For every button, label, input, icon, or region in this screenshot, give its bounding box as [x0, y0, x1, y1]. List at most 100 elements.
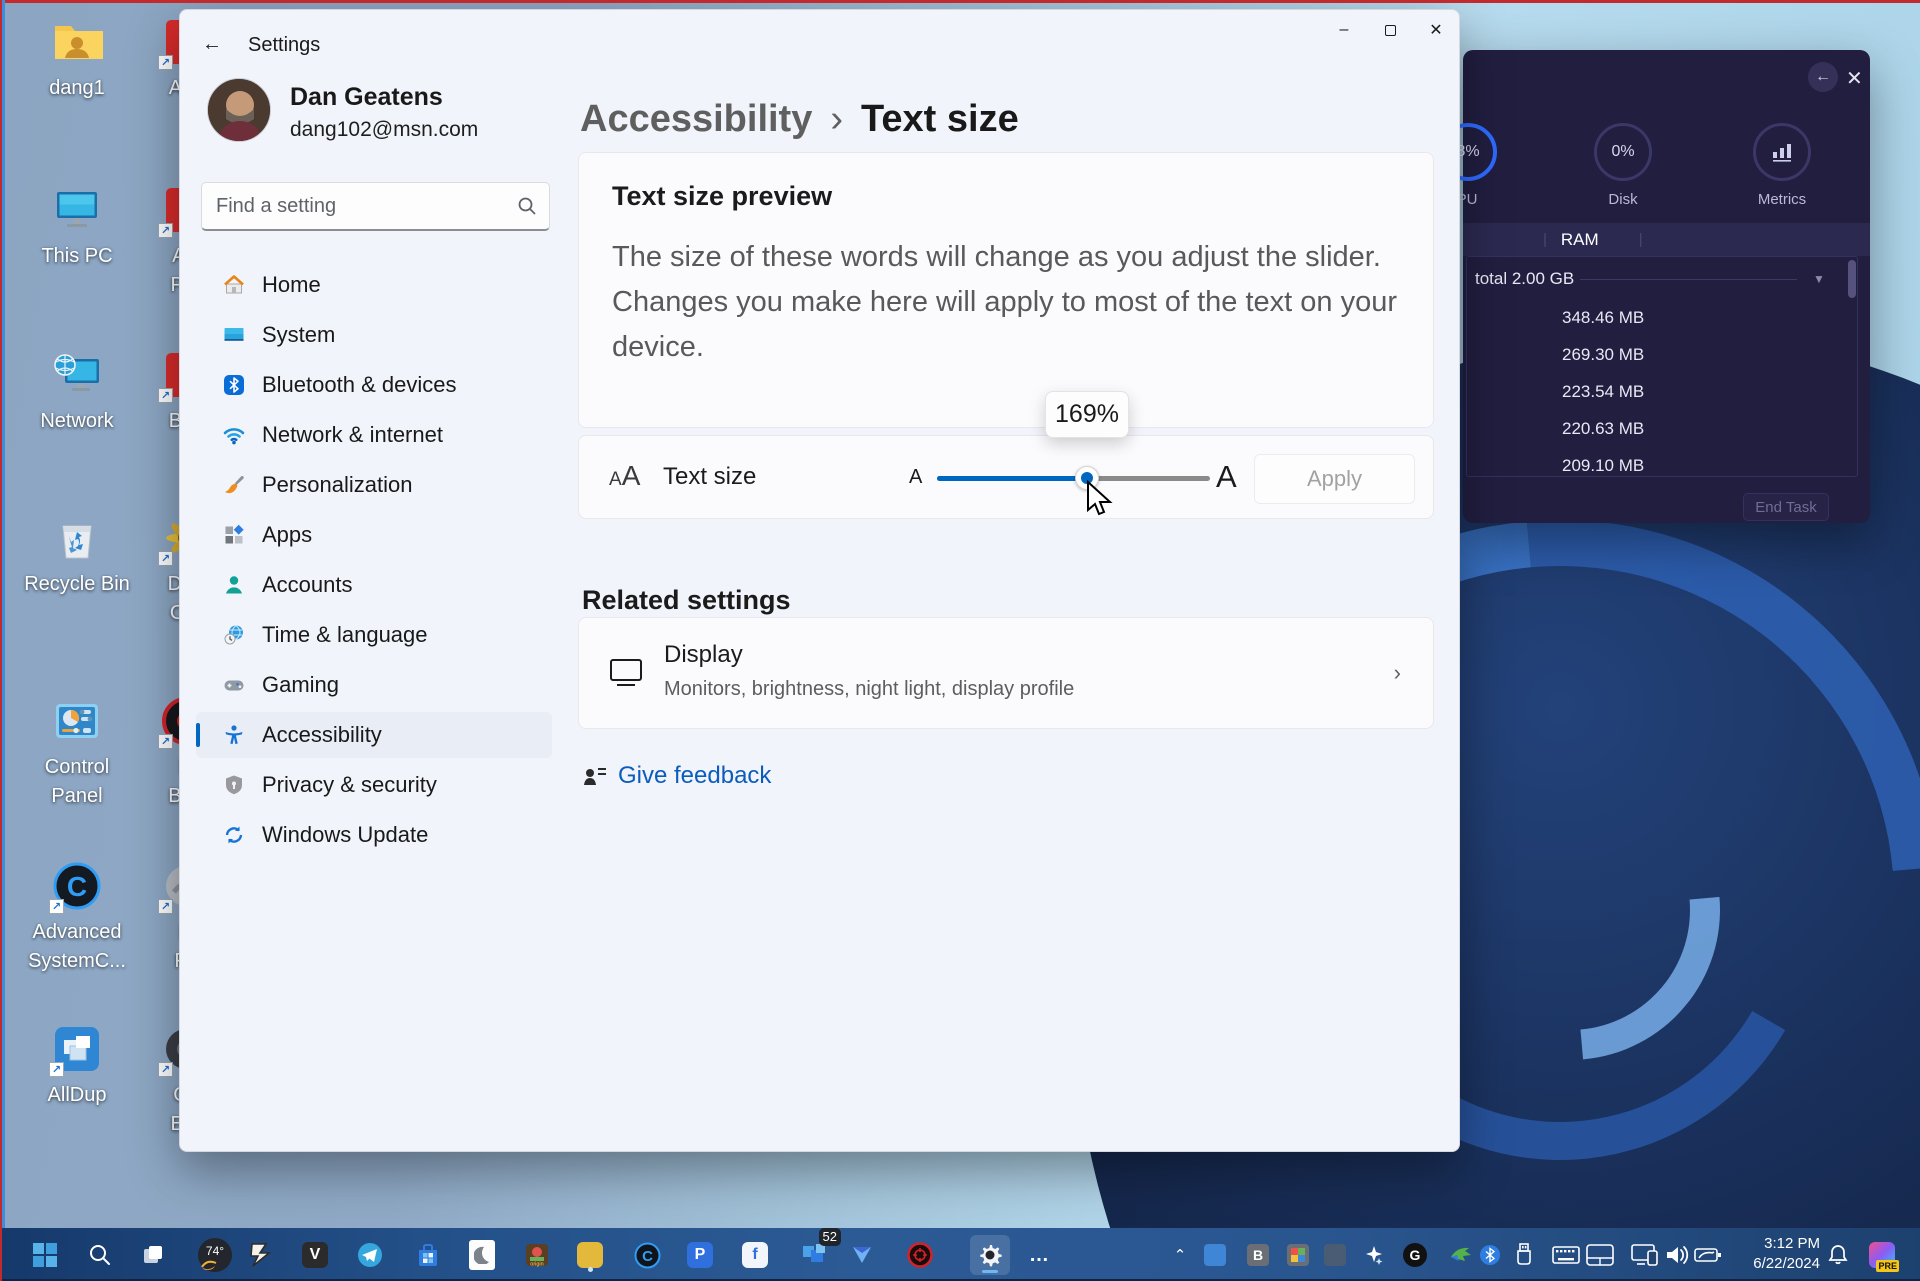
sidebar-item-privacy-security[interactable]: Privacy & security	[196, 762, 552, 808]
tm-tab-ram[interactable]: RAM	[1561, 230, 1599, 250]
memory-value: 220.63 MB	[1562, 419, 1644, 439]
metrics-gauge	[1753, 123, 1811, 181]
chevron-right-icon: ›	[1394, 660, 1401, 686]
tray-b-app[interactable]: B	[1238, 1235, 1278, 1275]
maximize-button[interactable]	[1367, 10, 1413, 50]
telegram-icon[interactable]	[350, 1235, 390, 1275]
red-emblem-icon[interactable]	[900, 1235, 940, 1275]
sidebar-item-label: Time & language	[262, 622, 428, 648]
related-settings-heading: Related settings	[582, 585, 791, 616]
network-icon	[222, 423, 246, 447]
sidebar-item-apps[interactable]: Apps	[196, 512, 552, 558]
tray-color-app[interactable]	[1278, 1235, 1318, 1275]
tm-dropdown-caret[interactable]: ▼	[1813, 272, 1825, 286]
sidebar-item-label: Accessibility	[262, 722, 382, 748]
search-button[interactable]	[80, 1235, 120, 1275]
disk-gauge-value: 0%	[1611, 143, 1634, 161]
settings-gear-icon[interactable]	[970, 1235, 1010, 1275]
origin-game-icon[interactable]: origin	[517, 1235, 557, 1275]
shortcut-arrow-icon: ↗	[49, 899, 64, 914]
tm-separator: |	[1639, 231, 1643, 248]
svg-text:origin: origin	[530, 1262, 543, 1268]
end-task-button[interactable]: End Task	[1743, 493, 1829, 521]
search-box[interactable]	[201, 182, 550, 231]
pre-badge: PRE	[1876, 1260, 1899, 1272]
vivaldi-icon[interactable]: V	[295, 1235, 335, 1275]
triangle-app-icon[interactable]	[842, 1235, 882, 1275]
slider-fill	[937, 476, 1087, 481]
tray-slate-app[interactable]	[1315, 1235, 1355, 1275]
sidebar-item-accessibility[interactable]: Accessibility	[196, 712, 552, 758]
update-count-badge: 52	[819, 1228, 841, 1246]
profile-name: Dan Geatens	[290, 83, 443, 112]
selected-indicator	[196, 723, 200, 747]
touchpad-icon[interactable]	[1580, 1235, 1620, 1275]
tray-g-app[interactable]: G	[1395, 1235, 1435, 1275]
mouse-cursor	[1086, 480, 1114, 518]
crescent-app-icon[interactable]	[462, 1235, 502, 1275]
sidebar-item-label: Windows Update	[262, 822, 428, 848]
text-size-slider[interactable]	[937, 476, 1210, 481]
tm-separator: |	[1543, 231, 1547, 248]
p-app-icon[interactable]: P	[680, 1235, 720, 1275]
apply-button[interactable]: Apply	[1254, 454, 1415, 504]
usb-icon[interactable]	[1504, 1235, 1544, 1275]
sidebar-item-time-language[interactable]: Time & language	[196, 612, 552, 658]
tray-spark-app[interactable]	[1354, 1235, 1394, 1275]
display-settings-card[interactable]: Display Monitors, brightness, night ligh…	[578, 617, 1434, 729]
sidebar-item-label: Privacy & security	[262, 772, 437, 798]
close-button[interactable]: ✕	[1413, 10, 1459, 50]
preview-title: Text size preview	[612, 181, 832, 212]
tm-divider	[1580, 279, 1797, 280]
sidebar-item-accounts[interactable]: Accounts	[196, 562, 552, 608]
task-view-button[interactable]	[133, 1235, 173, 1275]
slider-max-a: A	[1216, 459, 1237, 495]
screen-border-red	[0, 0, 2, 1281]
give-feedback-link[interactable]: Give feedback	[582, 762, 771, 790]
insider-pre-icon[interactable]: PRE	[1862, 1235, 1902, 1275]
store-icon[interactable]	[408, 1235, 448, 1275]
this-pc-icon	[51, 184, 103, 236]
updates-icon[interactable]: 52	[795, 1235, 835, 1275]
yellow-app-icon[interactable]	[570, 1235, 610, 1275]
fx-app-icon[interactable]: f	[735, 1235, 775, 1275]
page-title: Text size	[861, 98, 1019, 140]
breadcrumb-parent[interactable]: Accessibility	[580, 98, 812, 140]
sidebar-item-home[interactable]: Home	[196, 262, 552, 308]
start-button[interactable]	[25, 1235, 65, 1275]
taskbar-clock[interactable]: 3:12 PM 6/22/2024	[1753, 1234, 1820, 1274]
avatar[interactable]	[207, 78, 271, 142]
breadcrumb-separator: ›	[830, 98, 843, 140]
update-icon	[222, 823, 246, 847]
screen-border-blue	[2, 0, 5, 1228]
search-input[interactable]	[216, 183, 516, 229]
sidebar-item-label: Accounts	[262, 572, 353, 598]
display-card-subtitle: Monitors, brightness, night light, displ…	[664, 678, 1074, 701]
minimize-button[interactable]: –	[1321, 10, 1367, 50]
back-button[interactable]: ←	[194, 28, 230, 60]
tm-total-ram: total 2.00 GB	[1475, 269, 1574, 289]
sidebar-item-personalization[interactable]: Personalization	[196, 462, 552, 508]
tm-scrollbar[interactable]	[1848, 260, 1856, 298]
sidebar-item-system[interactable]: System	[196, 312, 552, 358]
sidebar-item-windows-update[interactable]: Windows Update	[196, 812, 552, 858]
weather-widget[interactable]: 74°	[195, 1235, 235, 1275]
sidebar-item-label: System	[262, 322, 335, 348]
tm-back-button[interactable]: ←	[1808, 62, 1838, 92]
clock-time: 3:12 PM	[1753, 1234, 1820, 1254]
disk-gauge: 0%	[1594, 123, 1652, 181]
system-icon	[222, 323, 246, 347]
battery-icon[interactable]	[1688, 1235, 1728, 1275]
taskbar-overflow[interactable]: …	[1020, 1235, 1060, 1275]
tray-blue-app[interactable]	[1195, 1235, 1235, 1275]
profile-email: dang102@msn.com	[290, 118, 478, 142]
tm-close-button[interactable]: ✕	[1846, 66, 1863, 91]
notifications-bell-icon[interactable]	[1818, 1235, 1858, 1275]
sidebar-item-bluetooth-devices[interactable]: Bluetooth & devices	[196, 362, 552, 408]
hidden-icons-chevron[interactable]: ⌃	[1160, 1235, 1200, 1275]
sidebar-item-network-internet[interactable]: Network & internet	[196, 412, 552, 458]
systemcare-icon[interactable]: C	[627, 1235, 667, 1275]
time-language-icon	[222, 623, 246, 647]
sidebar-item-gaming[interactable]: Gaming	[196, 662, 552, 708]
winamp-icon[interactable]	[240, 1235, 280, 1275]
